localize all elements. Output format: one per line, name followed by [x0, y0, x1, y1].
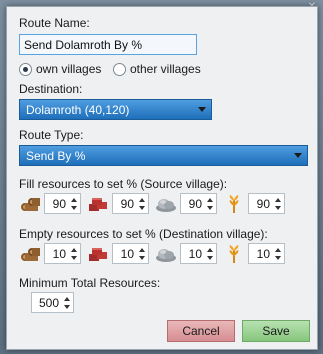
stepper-up-icon[interactable] — [71, 198, 77, 202]
radio-own-villages-label: own villages — [36, 62, 102, 76]
save-button[interactable]: Save — [242, 320, 310, 342]
cancel-button[interactable]: Cancel — [167, 320, 235, 342]
chevron-down-icon — [198, 107, 206, 112]
stepper-down-icon[interactable] — [275, 206, 281, 210]
crop-icon — [229, 244, 239, 263]
destination-label: Destination: — [19, 82, 83, 96]
fill-clay-value: 90 — [120, 197, 134, 211]
empty-resources-row: 10 10 10 10 — [19, 243, 291, 264]
wood-icon — [21, 247, 40, 261]
empty-clay-stepper[interactable]: 10 — [112, 243, 149, 264]
empty-wood-value: 10 — [52, 247, 66, 261]
fill-clay-stepper[interactable]: 90 — [112, 193, 149, 214]
fill-iron-value: 90 — [188, 197, 202, 211]
fill-crop-stepper[interactable]: 90 — [248, 193, 285, 214]
radio-other-villages-circle[interactable] — [113, 62, 126, 76]
fill-resources-label: Fill resources to set % (Source village)… — [19, 177, 228, 191]
crop-icon — [229, 194, 239, 213]
route-type-select-value: Send By % — [26, 149, 86, 163]
empty-clay-value: 10 — [120, 247, 134, 261]
wood-icon — [21, 197, 40, 211]
stepper-up-icon[interactable] — [275, 198, 281, 202]
stepper-up-icon[interactable] — [207, 248, 213, 252]
min-total-row: 500 — [31, 292, 80, 313]
radio-own-villages[interactable]: own villages — [19, 62, 101, 76]
empty-iron-stepper[interactable]: 10 — [180, 243, 217, 264]
route-type-label: Route Type: — [19, 128, 84, 142]
radio-other-villages[interactable]: other villages — [113, 62, 201, 76]
destination-select[interactable]: Dolamroth (40,120) — [19, 99, 212, 120]
stepper-down-icon[interactable] — [207, 206, 213, 210]
min-total-value: 500 — [38, 296, 59, 310]
fill-crop-value: 90 — [256, 197, 270, 211]
stepper-up-icon[interactable] — [207, 198, 213, 202]
stepper-down-icon[interactable] — [71, 256, 77, 260]
clay-icon — [89, 197, 107, 211]
clay-icon — [89, 247, 107, 261]
stepper-down-icon[interactable] — [139, 256, 145, 260]
radio-other-villages-label: other villages — [130, 62, 201, 76]
route-dialog: Route Name: own villages other villages … — [6, 6, 318, 350]
iron-icon — [156, 198, 176, 212]
stepper-up-icon[interactable] — [64, 297, 70, 301]
stepper-down-icon[interactable] — [275, 256, 281, 260]
min-total-label: Minimum Total Resources: — [19, 276, 161, 290]
empty-resources-label: Empty resources to set % (Destination vi… — [19, 227, 268, 241]
stepper-up-icon[interactable] — [71, 248, 77, 252]
fill-resources-row: 90 90 90 90 — [19, 193, 291, 214]
min-total-stepper[interactable]: 500 — [31, 292, 74, 313]
radio-own-villages-circle[interactable] — [19, 62, 32, 76]
stepper-down-icon[interactable] — [64, 305, 70, 309]
empty-wood-stepper[interactable]: 10 — [44, 243, 81, 264]
stepper-up-icon[interactable] — [139, 248, 145, 252]
route-name-label: Route Name: — [19, 16, 90, 30]
route-name-input[interactable] — [19, 34, 197, 55]
route-type-select[interactable]: Send By % — [19, 145, 308, 166]
stepper-up-icon[interactable] — [275, 248, 281, 252]
stepper-up-icon[interactable] — [139, 198, 145, 202]
fill-wood-stepper[interactable]: 90 — [44, 193, 81, 214]
stepper-down-icon[interactable] — [207, 256, 213, 260]
stepper-down-icon[interactable] — [71, 206, 77, 210]
chevron-down-icon — [294, 153, 302, 158]
empty-iron-value: 10 — [188, 247, 202, 261]
fill-wood-value: 90 — [52, 197, 66, 211]
iron-icon — [156, 248, 176, 262]
empty-crop-stepper[interactable]: 10 — [248, 243, 285, 264]
empty-crop-value: 10 — [256, 247, 270, 261]
fill-iron-stepper[interactable]: 90 — [180, 193, 217, 214]
stepper-down-icon[interactable] — [139, 206, 145, 210]
destination-select-value: Dolamroth (40,120) — [26, 103, 130, 117]
